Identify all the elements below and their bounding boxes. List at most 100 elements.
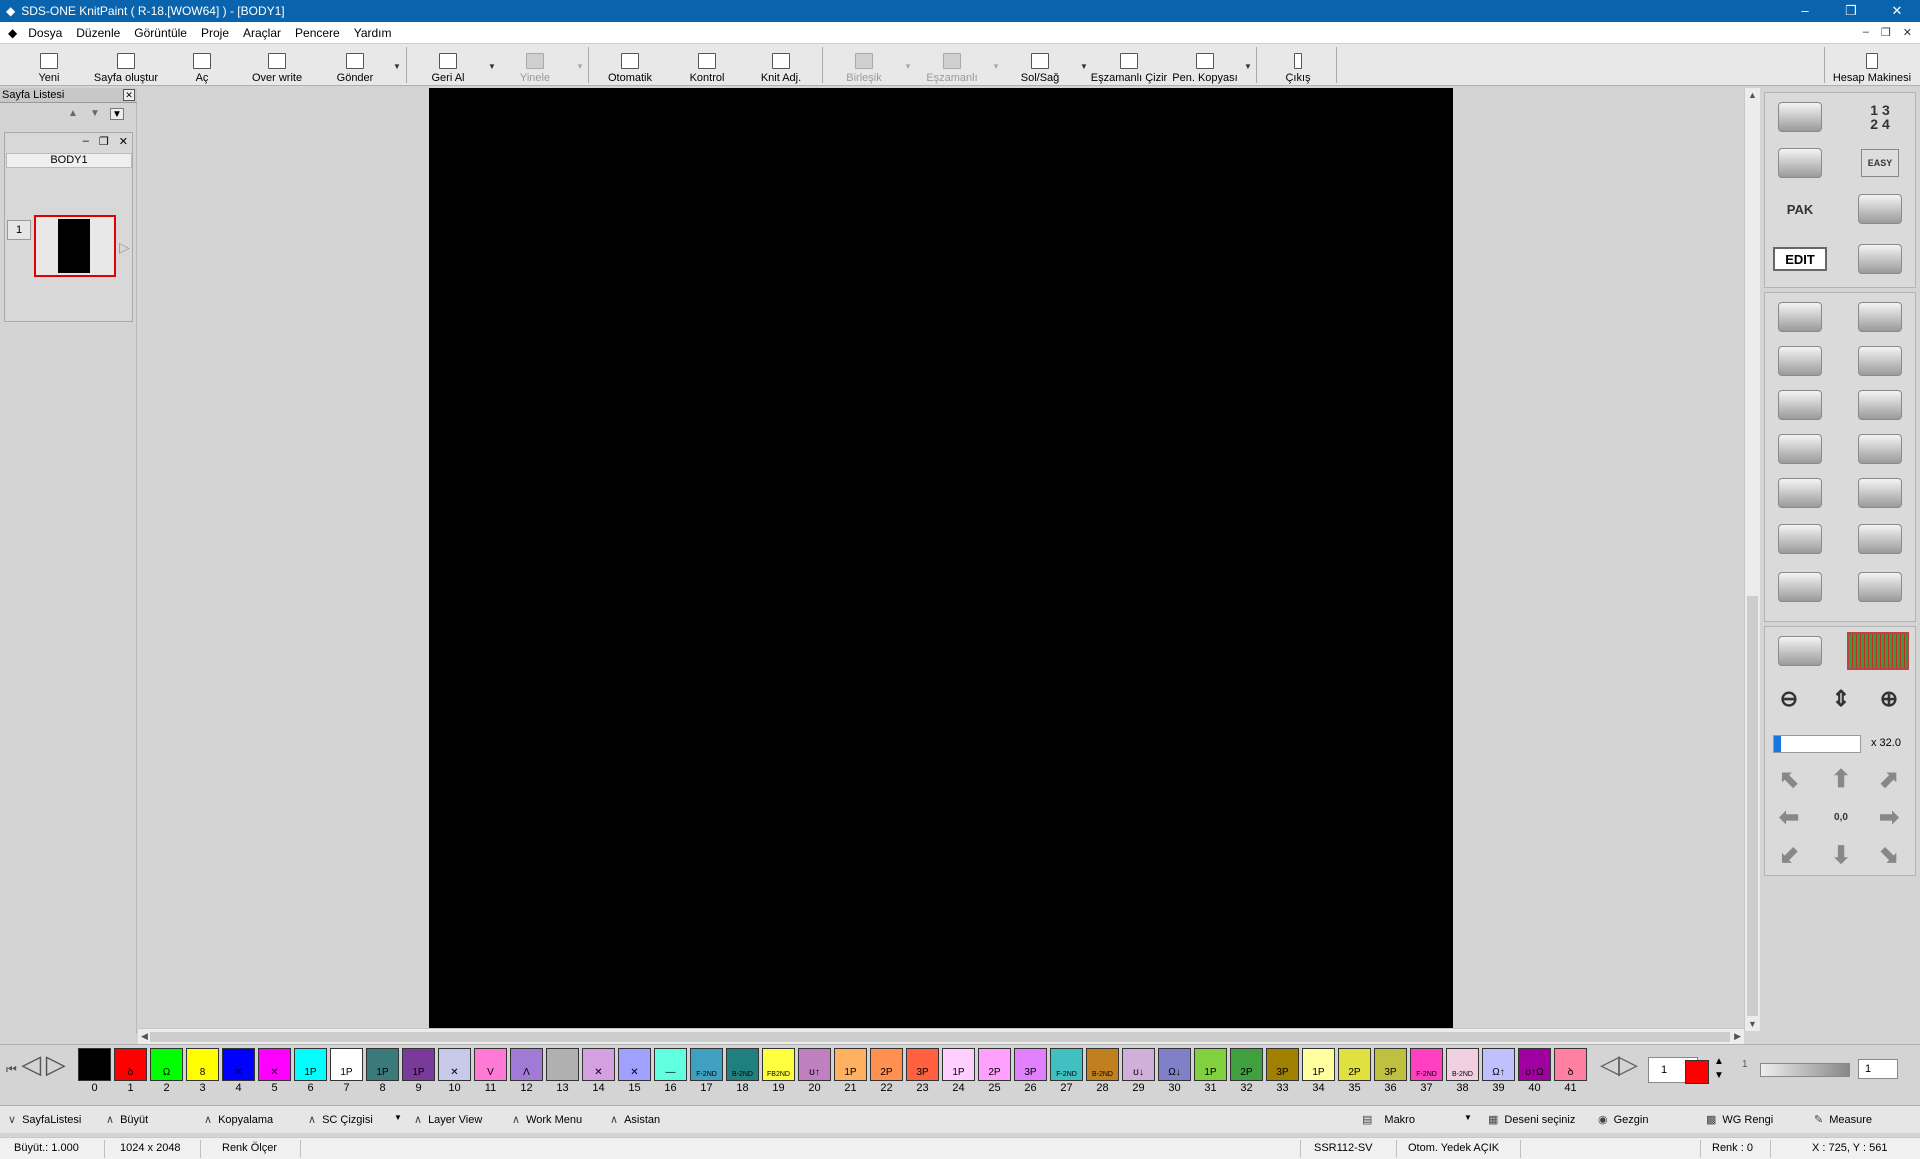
stairs-tool[interactable] bbox=[1849, 385, 1911, 425]
page-thumbnail[interactable] bbox=[34, 215, 116, 277]
circle-cut-tool[interactable] bbox=[1769, 341, 1831, 381]
macro-button[interactable]: ▤ Makro bbox=[1362, 1113, 1415, 1127]
pen-tool[interactable] bbox=[1769, 97, 1831, 137]
assistant-toggle[interactable]: ∧ Asistan bbox=[610, 1113, 660, 1127]
window-copy-button[interactable]: Pen. Kopyası bbox=[1170, 46, 1240, 84]
window-copy-dropdown-icon[interactable]: ▼ bbox=[1244, 62, 1252, 71]
menu-proje[interactable]: Proje bbox=[194, 26, 236, 40]
palette-swatch[interactable]: ✕ bbox=[582, 1048, 615, 1081]
enlarge-toggle[interactable]: ∧ Büyüt bbox=[106, 1113, 148, 1127]
mdi-close-button[interactable]: ✕ bbox=[1903, 26, 1912, 39]
measure-button[interactable]: ✎ Measure bbox=[1814, 1113, 1872, 1127]
sub-close-button[interactable]: ✕ bbox=[119, 135, 128, 148]
page-create-button[interactable]: Sayfa oluştur bbox=[88, 46, 164, 84]
vertical-scrollbar[interactable]: ▲ ▼ bbox=[1744, 88, 1760, 1031]
palette-swatch[interactable]: 1P bbox=[402, 1048, 435, 1081]
left-right-dropdown-icon[interactable]: ▼ bbox=[1080, 62, 1088, 71]
vertical-scroll-thumb[interactable] bbox=[1747, 596, 1758, 1016]
copy-toggle[interactable]: ∧ Kopyalama bbox=[204, 1113, 273, 1127]
redo-button[interactable]: Yinele bbox=[510, 46, 560, 84]
palette-prev-icon[interactable]: ◁ bbox=[1600, 1049, 1620, 1080]
palette-swatch[interactable]: 1P bbox=[294, 1048, 327, 1081]
palette-swatch[interactable]: 3P bbox=[906, 1048, 939, 1081]
minimize-button[interactable]: – bbox=[1782, 3, 1828, 19]
scroll-right-icon[interactable]: ▶ bbox=[1734, 1031, 1741, 1042]
zoom-in-tool[interactable]: ⊕ bbox=[1865, 679, 1913, 719]
auto-button[interactable]: Otomatik bbox=[602, 46, 658, 84]
light-tool[interactable] bbox=[1769, 385, 1831, 425]
numbers-tool[interactable]: 1 3 2 4 bbox=[1849, 97, 1911, 137]
move-down-right-button[interactable]: ⬊ bbox=[1865, 835, 1913, 875]
overwrite-button[interactable]: Over write bbox=[246, 46, 308, 84]
pak-tool[interactable]: PAK bbox=[1769, 189, 1831, 229]
sub-restore-button[interactable]: ❐ bbox=[99, 135, 109, 148]
send-dropdown-icon[interactable]: ▼ bbox=[393, 62, 401, 71]
bucket-tool[interactable] bbox=[1849, 429, 1911, 469]
palette-swatch[interactable]: ʊ↑Ω bbox=[1518, 1048, 1551, 1081]
palette-swatch[interactable]: ✕ bbox=[438, 1048, 471, 1081]
work-menu-toggle[interactable]: ∧ Work Menu bbox=[512, 1113, 582, 1127]
menu-pencere[interactable]: Pencere bbox=[288, 26, 347, 40]
palette-swatch[interactable]: 1P bbox=[330, 1048, 363, 1081]
palette-swatch[interactable]: B-2ND bbox=[1086, 1048, 1119, 1081]
cube-tool[interactable] bbox=[1769, 429, 1831, 469]
palette-left-icon[interactable]: ◁ bbox=[21, 1049, 41, 1079]
palette-swatch[interactable]: 8 bbox=[186, 1048, 219, 1081]
pan-updown-tool[interactable]: ⇕ bbox=[1817, 679, 1865, 719]
palette-swatch[interactable]: 1P bbox=[366, 1048, 399, 1081]
transfer-tool[interactable] bbox=[1849, 189, 1911, 229]
palette-swatch[interactable]: F-2ND bbox=[690, 1048, 723, 1081]
page-down-button[interactable]: ▼ bbox=[88, 108, 102, 120]
draw-line-tool[interactable] bbox=[1769, 297, 1831, 337]
palette-swatch[interactable]: ʊ↓ bbox=[1122, 1048, 1155, 1081]
page-up-button[interactable]: ▲ bbox=[66, 108, 80, 120]
corner-arrow-tool[interactable] bbox=[1769, 519, 1831, 559]
zoom-slider[interactable] bbox=[1773, 735, 1861, 753]
select-pattern-button[interactable]: ▦ Deseni seçiniz bbox=[1488, 1113, 1575, 1127]
palette-swatch[interactable]: 3P bbox=[1014, 1048, 1047, 1081]
palette-swatch[interactable]: 1P bbox=[1302, 1048, 1335, 1081]
dots-tool[interactable] bbox=[1769, 473, 1831, 513]
knit-x-tool[interactable] bbox=[1849, 239, 1911, 279]
new-button[interactable]: Yeni bbox=[30, 46, 68, 84]
menu-duzenle[interactable]: Düzenle bbox=[69, 26, 127, 40]
open-button[interactable]: Aç bbox=[186, 46, 218, 84]
sub-minimize-button[interactable]: – bbox=[83, 135, 89, 148]
horizontal-scroll-thumb[interactable] bbox=[150, 1032, 1730, 1042]
palette-swatch[interactable]: ꝺ bbox=[1554, 1048, 1587, 1081]
palette-right-icon[interactable]: ▷ bbox=[46, 1049, 66, 1079]
easy-tool[interactable]: EASY bbox=[1849, 143, 1911, 183]
palette-swatch[interactable]: B-2ND bbox=[1446, 1048, 1479, 1081]
grid-view-tool[interactable] bbox=[1847, 631, 1909, 671]
menu-dosya[interactable]: Dosya bbox=[21, 26, 69, 40]
check-button[interactable]: Kontrol bbox=[682, 46, 732, 84]
corner-arrow2-tool[interactable] bbox=[1849, 519, 1911, 559]
color-spin-icon[interactable]: ▲ ▼ bbox=[1714, 1055, 1724, 1083]
palette-swatch[interactable]: ✕ bbox=[618, 1048, 651, 1081]
undo-dropdown-icon[interactable]: ▼ bbox=[488, 62, 496, 71]
layer-view-toggle[interactable]: ∧ Layer View bbox=[414, 1113, 482, 1127]
palette-swatch[interactable]: Ω↓ bbox=[1158, 1048, 1191, 1081]
knit-adjust-button[interactable]: Knit Adj. bbox=[756, 46, 806, 84]
sc-line-dropdown-icon[interactable]: ▼ bbox=[394, 1113, 402, 1122]
palette-swatch[interactable]: F-2ND bbox=[1050, 1048, 1083, 1081]
mdi-minimize-button[interactable]: – bbox=[1863, 26, 1869, 39]
horizontal-scrollbar[interactable]: ◀ ▶ bbox=[138, 1028, 1744, 1044]
lasso-tool[interactable] bbox=[1849, 297, 1911, 337]
palette-swatch[interactable]: 3P bbox=[1374, 1048, 1407, 1081]
frame-tool[interactable] bbox=[1769, 567, 1831, 607]
sync-button[interactable]: Eşzamanlı bbox=[924, 46, 980, 84]
page-list-close-button[interactable]: ✕ bbox=[123, 89, 135, 101]
palette-swatch[interactable]: ʊ↑ bbox=[798, 1048, 831, 1081]
palette-next-icon[interactable]: ▷ bbox=[1618, 1049, 1638, 1080]
palette-swatch[interactable]: 2P bbox=[870, 1048, 903, 1081]
combine-button[interactable]: Birleşik bbox=[840, 46, 888, 84]
send-button[interactable]: Gönder bbox=[328, 46, 382, 84]
palette-swatch[interactable]: 1P bbox=[942, 1048, 975, 1081]
reset-offset-button[interactable]: 0,0 bbox=[1817, 797, 1865, 837]
move-up-button[interactable]: ⬆ bbox=[1817, 759, 1865, 799]
hand-tool[interactable] bbox=[1769, 631, 1831, 671]
drawing-canvas[interactable] bbox=[429, 88, 1453, 1028]
move-up-left-button[interactable]: ⬉ bbox=[1765, 759, 1813, 799]
palette-swatch[interactable]: FB2ND bbox=[762, 1048, 795, 1081]
